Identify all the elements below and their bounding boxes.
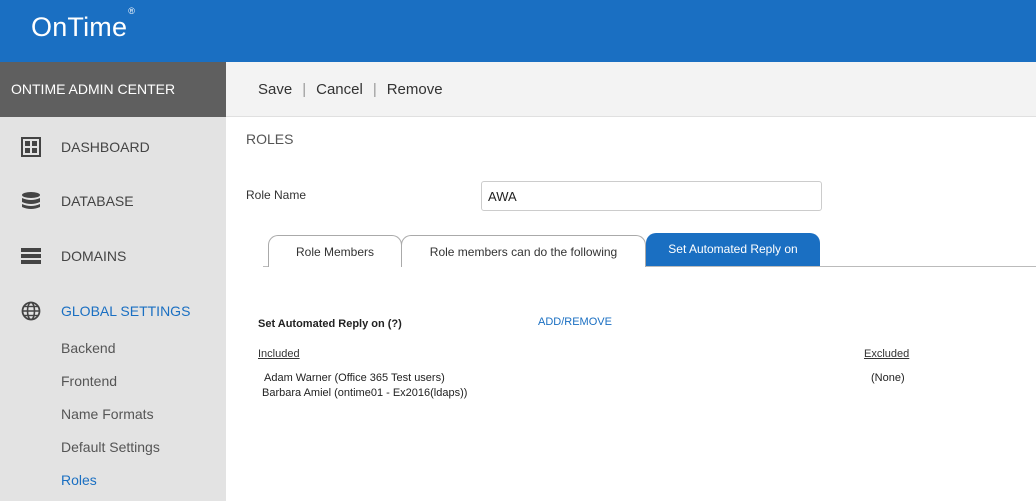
add-remove-link[interactable]: ADD/REMOVE (538, 316, 612, 328)
database-icon (22, 192, 40, 209)
top-header: OnTime® (0, 0, 1036, 62)
sidebar-subitem-frontend[interactable]: Frontend (61, 373, 117, 389)
excluded-header: Excluded (864, 348, 910, 360)
ontime-logo[interactable]: OnTime® (31, 6, 135, 43)
sidebar-header: ONTIME ADMIN CENTER (0, 62, 226, 117)
role-name-label: Role Name (246, 188, 307, 202)
sidebar-subitem-backend[interactable]: Backend (61, 340, 115, 356)
sidebar-item-label: GLOBAL SETTINGS (61, 303, 191, 319)
cancel-button[interactable]: Cancel (316, 81, 363, 98)
role-name-input[interactable] (481, 181, 822, 211)
page-title: ROLES (246, 131, 294, 147)
sidebar-item-label: DATABASE (61, 193, 134, 209)
included-member: Barbara Amiel (ontime01 - Ex2016(ldaps)) (262, 387, 468, 399)
sidebar-subitem-name-formats[interactable]: Name Formats (61, 406, 154, 422)
sidebar-item-label: DASHBOARD (61, 139, 150, 155)
save-button[interactable]: Save (258, 81, 292, 98)
sidebar-item-global-settings[interactable]: GLOBAL SETTINGS (0, 291, 226, 331)
sidebar-subitem-default-settings[interactable]: Default Settings (61, 439, 160, 455)
excluded-member: (None) (871, 372, 905, 384)
toolbar-separator: | (302, 80, 307, 98)
tab-set-automated-reply[interactable]: Set Automated Reply on (646, 233, 820, 266)
toolbar-separator: | (372, 80, 377, 98)
action-toolbar: Save | Cancel | Remove (226, 62, 1036, 117)
remove-button[interactable]: Remove (387, 81, 443, 98)
sidebar-subitem-roles[interactable]: Roles (61, 472, 97, 488)
sidebar-item-domains[interactable]: DOMAINS (0, 236, 226, 276)
section-title: Set Automated Reply on (?) (258, 318, 402, 330)
tab-role-permissions[interactable]: Role members can do the following (401, 235, 646, 267)
sidebar: ONTIME ADMIN CENTER DASHBOARD DATABASE D… (0, 62, 226, 501)
tab-role-members[interactable]: Role Members (268, 235, 402, 267)
sidebar-item-dashboard[interactable]: DASHBOARD (0, 127, 226, 167)
dashboard-grid-icon (21, 137, 41, 157)
included-member: Adam Warner (Office 365 Test users) (264, 372, 445, 384)
sidebar-item-database[interactable]: DATABASE (0, 181, 226, 221)
logo-text: OnTime (31, 12, 128, 42)
registered-mark: ® (128, 6, 136, 16)
globe-icon (21, 301, 41, 321)
included-header: Included (258, 348, 300, 360)
sidebar-item-label: DOMAINS (61, 248, 127, 264)
domains-list-icon (21, 248, 41, 264)
